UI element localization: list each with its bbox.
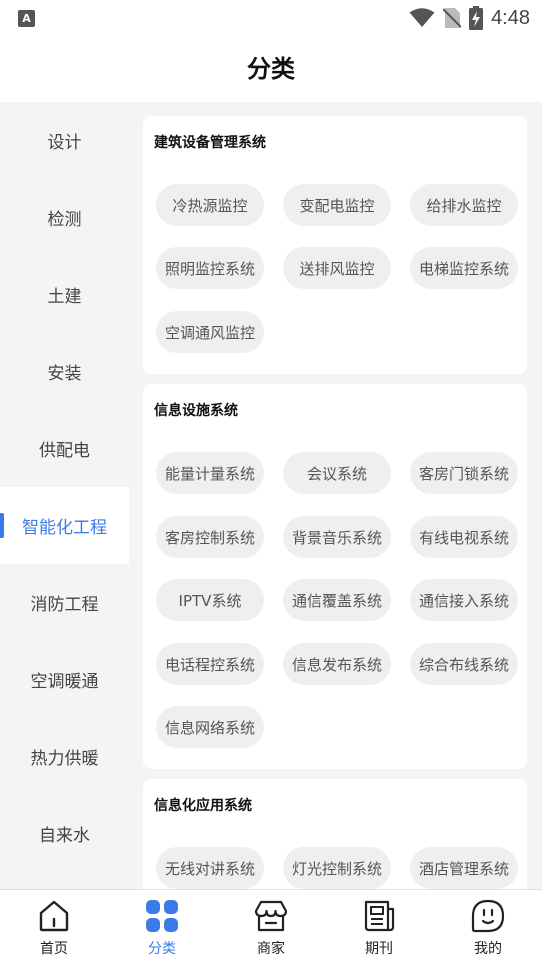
sidebar-item-heating[interactable]: 热力供暖 [0,718,129,795]
nav-label: 首页 [40,941,68,957]
battery-charging-icon [469,6,484,30]
chip-item[interactable]: 客房控制系统 [156,516,264,558]
no-sim-icon [443,8,462,28]
sidebar-item-power-supply[interactable]: 供配电 [0,410,129,487]
sidebar-item-label: 热力供暖 [30,749,99,769]
sidebar-item-label: 设计 [47,133,82,153]
nav-profile[interactable]: 我的 [448,890,528,965]
app-notification-icon: A [18,10,35,27]
sidebar-item-label: 土建 [47,287,82,307]
category-content[interactable]: 建筑设备管理系统 冷热源监控 变配电监控 给排水监控 照明监控系统 送排风监控 … [129,102,542,889]
category-icon [146,900,178,932]
nav-label: 我的 [474,941,502,957]
sidebar-item-design[interactable]: 设计 [0,102,129,179]
chip-item[interactable]: 灯光控制系统 [283,847,391,889]
wifi-icon [409,8,435,27]
chip-item[interactable]: IPTV系统 [156,579,264,621]
status-bar: A 4:48 [0,0,542,36]
section-information-facilities: 信息设施系统 能量计量系统 会议系统 客房门锁系统 客房控制系统 背景音乐系统 … [143,384,527,769]
chip-item[interactable]: 有线电视系统 [410,516,518,558]
chip-item[interactable]: 背景音乐系统 [283,516,391,558]
store-icon [254,900,288,932]
chip-item[interactable]: 送排风监控 [283,247,391,289]
nav-home[interactable]: 首页 [14,890,94,965]
chip-item[interactable]: 变配电监控 [283,184,391,226]
profile-icon [471,899,505,933]
nav-label: 分类 [148,941,176,957]
nav-category[interactable]: 分类 [122,890,202,965]
page-header: 分类 [0,36,542,102]
chip-item[interactable]: 信息网络系统 [156,706,264,748]
chip-item[interactable]: 通信覆盖系统 [283,579,391,621]
page-title: 分类 [247,55,295,83]
chip-item[interactable]: 会议系统 [283,452,391,494]
section-building-equipment: 建筑设备管理系统 冷热源监控 变配电监控 给排水监控 照明监控系统 送排风监控 … [143,116,527,374]
status-icons: 4:48 [409,6,530,30]
status-time: 4:48 [491,6,530,29]
nav-journal[interactable]: 期刊 [339,890,419,965]
chip-item[interactable]: 无线对讲系统 [156,847,264,889]
sidebar-item-installation[interactable]: 安装 [0,333,129,410]
sidebar-item-label: 空调暖通 [30,672,99,692]
chip-item[interactable]: 综合布线系统 [410,643,518,685]
sidebar-item-label: 安装 [47,364,82,384]
home-icon [39,900,69,932]
sidebar-item-label: 智能化工程 [22,518,107,538]
nav-label: 商家 [257,941,285,957]
sidebar-item-label: 消防工程 [30,595,99,615]
nav-label: 期刊 [365,941,393,957]
chip-item[interactable]: 冷热源监控 [156,184,264,226]
journal-icon [364,900,395,932]
sidebar-item-fire-protection[interactable]: 消防工程 [0,564,129,641]
chip-item[interactable]: 空调通风监控 [156,311,264,353]
chip-item[interactable]: 酒店管理系统 [410,847,518,889]
sidebar-item-civil[interactable]: 土建 [0,256,129,333]
chip-item[interactable]: 电话程控系统 [156,643,264,685]
sidebar-item-label: 供配电 [39,441,90,461]
chip-item[interactable]: 给排水监控 [410,184,518,226]
chip-item[interactable]: 客房门锁系统 [410,452,518,494]
section-title: 信息设施系统 [154,403,238,419]
section-title: 信息化应用系统 [154,798,252,814]
sidebar-item-water-supply[interactable]: 自来水 [0,795,129,872]
chip-item[interactable]: 信息发布系统 [283,643,391,685]
category-sidebar[interactable]: 设计 检测 土建 安装 供配电 智能化工程 消防工程 空调暖通 热力供暖 自来水 [0,102,129,889]
sidebar-item-label: 自来水 [39,826,90,846]
chip-item[interactable]: 照明监控系统 [156,247,264,289]
section-title: 建筑设备管理系统 [154,135,266,151]
sidebar-item-inspection[interactable]: 检测 [0,179,129,256]
sidebar-item-hvac[interactable]: 空调暖通 [0,641,129,718]
sidebar-item-intelligent-engineering[interactable]: 智能化工程 [0,487,129,564]
chip-item[interactable]: 电梯监控系统 [410,247,518,289]
chip-item[interactable]: 能量计量系统 [156,452,264,494]
bottom-navigation: 首页 分类 商家 期刊 我的 [0,889,542,965]
sidebar-item-label: 检测 [47,210,82,230]
nav-merchants[interactable]: 商家 [231,890,311,965]
section-information-applications: 信息化应用系统 无线对讲系统 灯光控制系统 酒店管理系统 [143,779,527,889]
chip-item[interactable]: 通信接入系统 [410,579,518,621]
